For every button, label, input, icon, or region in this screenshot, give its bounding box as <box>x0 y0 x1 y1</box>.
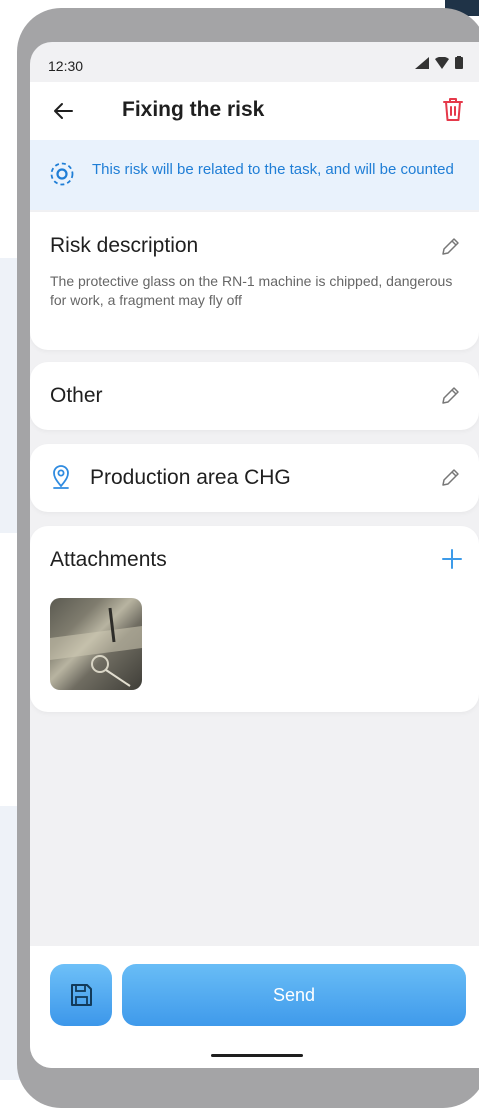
pencil-icon[interactable] <box>439 467 461 489</box>
phone-screen: 12:30 Fixing the risk This risk will be … <box>30 42 479 1068</box>
status-time: 12:30 <box>48 58 84 74</box>
status-icons <box>415 56 463 69</box>
info-banner: This risk will be related to the task, a… <box>30 140 479 210</box>
risk-description-card: Risk description The protective glass on… <box>30 212 479 350</box>
attachment-thumbnail[interactable] <box>50 598 142 690</box>
category-card[interactable]: Other <box>30 362 479 430</box>
location-card[interactable]: Production area CHG <box>30 444 479 512</box>
pencil-icon[interactable] <box>439 236 461 258</box>
location-pin-icon <box>53 465 69 489</box>
pencil-icon[interactable] <box>439 385 461 407</box>
attachments-heading: Attachments <box>50 548 167 571</box>
battery-icon <box>455 56 463 69</box>
risk-description-heading: Risk description <box>50 234 199 257</box>
page-title: Fixing the risk <box>122 98 265 121</box>
send-button[interactable]: Send <box>122 964 466 1026</box>
risk-description-text: The protective glass on the RN-1 machine… <box>50 273 453 308</box>
location-label: Production area CHG <box>90 466 291 489</box>
app-bar: Fixing the risk <box>30 82 479 140</box>
bottom-action-bar: Send <box>30 946 479 1068</box>
back-arrow-icon[interactable] <box>48 96 78 126</box>
save-draft-button[interactable] <box>50 964 112 1026</box>
wifi-icon <box>435 56 449 69</box>
banner-text: This risk will be related to the task, a… <box>92 161 454 178</box>
plus-icon[interactable] <box>441 548 463 570</box>
trash-icon[interactable] <box>439 94 467 124</box>
home-indicator <box>211 1054 303 1057</box>
floppy-disk-icon <box>71 984 92 1006</box>
risk-target-icon <box>50 162 74 186</box>
category-label: Other <box>50 384 103 407</box>
attachments-card: Attachments <box>30 526 479 712</box>
signal-icon <box>415 56 429 69</box>
attachment-photo <box>50 607 142 687</box>
